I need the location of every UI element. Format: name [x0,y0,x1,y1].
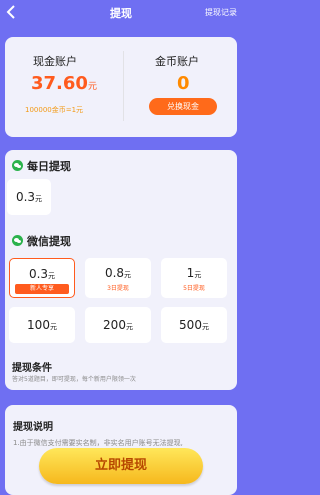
wechat-option-100[interactable]: 100元 [9,307,75,343]
wechat-icon [12,235,23,246]
withdraw-options-card: 每日提现 0.3元 微信提现 0.3元 新人专享 0.8元 3日提现 1元 5日… [5,150,237,390]
conditions-text: 答对5道题目，即可提现，每个新用户限领一次 [12,376,136,383]
cash-unit: 元 [87,82,97,92]
instructions-title: 提现说明 [13,422,53,433]
daily-option-amount: 0.3 [15,190,36,204]
option-unit: 元 [201,323,209,331]
wechat-option-0-8[interactable]: 0.8元 3日提现 [85,258,151,298]
option-amount: 0.8 [104,266,125,280]
option-amount: 200 [103,318,126,332]
option-amount: 100 [27,318,50,332]
option-unit: 元 [194,271,202,279]
option-unit: 元 [125,323,133,331]
wechat-option-1[interactable]: 1元 5日提现 [161,258,227,298]
wechat-option-500[interactable]: 500元 [161,307,227,343]
exchange-cash-button[interactable]: 兑换现金 [149,98,217,115]
wechat-withdraw-title: 微信提现 [27,235,71,248]
option-amount: 500 [179,318,202,332]
option-amount: 0.3 [28,267,49,281]
option-unit: 元 [48,272,56,280]
top-bar: 提现 提现记录 [0,0,242,26]
cash-amount: 37.60 [31,73,88,94]
account-divider [123,51,124,121]
daily-option-unit: 元 [35,195,43,203]
conditions-title: 提现条件 [12,363,52,374]
option-unit: 元 [124,271,132,279]
option-unit: 元 [49,323,57,331]
withdraw-record-link[interactable]: 提现记录 [205,7,237,18]
option-tag: 5日提现 [183,285,205,292]
daily-option[interactable]: 0.3元 [7,179,51,215]
cash-account-label: 现金账户 [33,55,77,68]
new-user-tag: 新人专享 [15,284,69,294]
option-tag: 3日提现 [107,285,129,292]
withdraw-now-button[interactable]: 立即提现 [39,448,203,484]
cash-balance: 37.60元 [31,73,97,94]
daily-withdraw-title: 每日提现 [27,160,71,173]
wechat-icon [12,160,23,171]
wechat-option-0-3[interactable]: 0.3元 新人专享 [9,258,75,298]
wechat-option-200[interactable]: 200元 [85,307,151,343]
coin-balance: 0 [177,73,190,94]
instructions-text: 1.由于微信支付需要实名制，非实名用户账号无法提现, [13,439,183,447]
account-card: 现金账户 37.60元 100000金币=1元 金币账户 0 兑换现金 [5,37,237,137]
exchange-rate-note: 100000金币=1元 [25,106,84,114]
coin-account-label: 金币账户 [155,55,199,68]
